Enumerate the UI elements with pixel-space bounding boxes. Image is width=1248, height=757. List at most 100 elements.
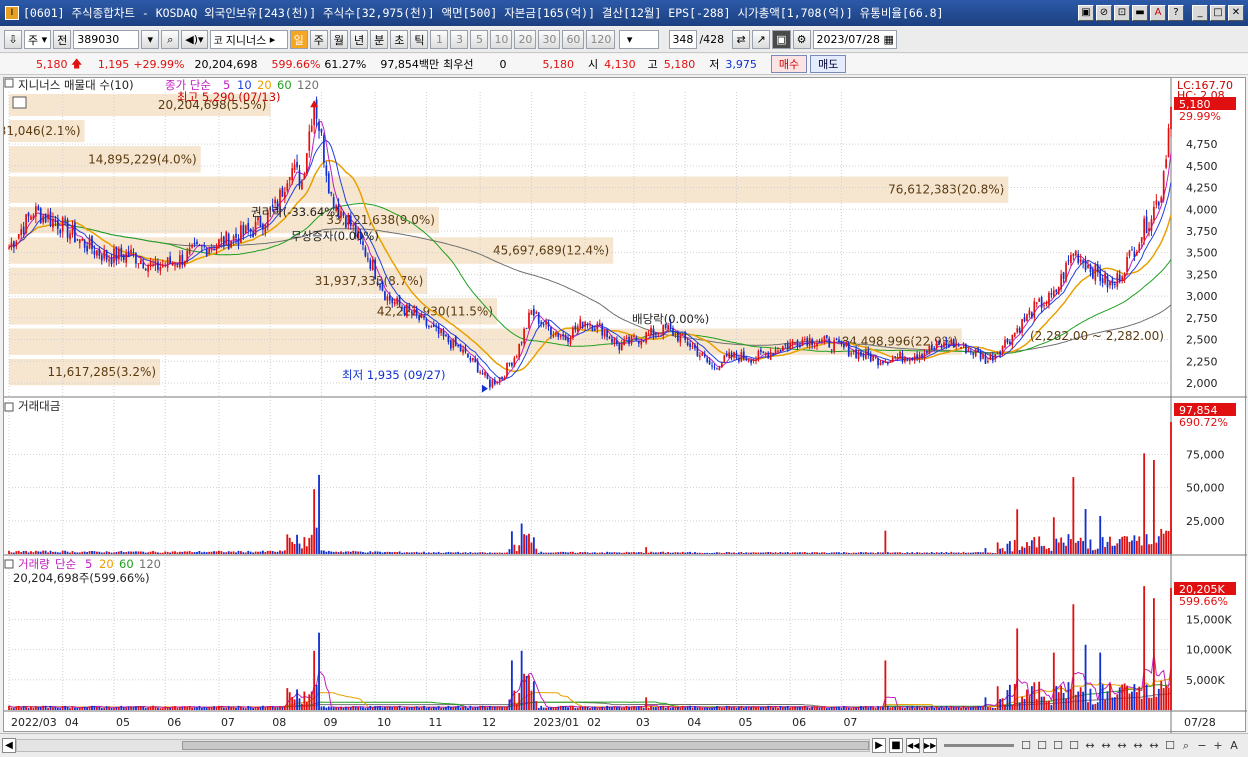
range-10[interactable]: 10	[490, 30, 513, 49]
volume-bar	[496, 706, 499, 710]
period-second[interactable]: 초	[390, 30, 409, 49]
range-60[interactable]: 60	[562, 30, 585, 49]
amount-bar	[838, 552, 840, 554]
tool-icon-4[interactable]: ☐	[1066, 738, 1082, 753]
range-1[interactable]: 1	[430, 30, 449, 49]
prev-button[interactable]: 전	[53, 30, 72, 49]
window-print-button[interactable]: ⊡	[1114, 5, 1130, 21]
range-20[interactable]: 20	[514, 30, 537, 49]
tool-icon-6[interactable]: ↔	[1098, 738, 1114, 753]
period-year[interactable]: 년	[349, 30, 369, 49]
zoom-icon[interactable]: ⌕	[1178, 738, 1194, 753]
tool-icon-5[interactable]: ↔	[1082, 738, 1098, 753]
date-input[interactable]: 2023/07/28 ▦	[812, 30, 897, 49]
code-dropdown-icon[interactable]: ▾	[141, 30, 160, 49]
range-30[interactable]: 30	[538, 30, 561, 49]
window-link-button[interactable]: ▣	[1078, 5, 1094, 21]
range-5[interactable]: 5	[470, 30, 489, 49]
candle-body	[1118, 274, 1121, 282]
volume-bar	[227, 706, 230, 710]
stock-name-field[interactable]: 코 지니너스 ▸	[209, 30, 288, 49]
panel-collapse-icon[interactable]	[4, 78, 14, 88]
code-input[interactable]: 389030	[73, 30, 140, 49]
scroll-track[interactable]	[16, 739, 870, 752]
rewind-button[interactable]: ◀◀	[906, 738, 920, 753]
tool-icon-3[interactable]: ☐	[1050, 738, 1066, 753]
tool-icon-2[interactable]: ☐	[1034, 738, 1050, 753]
volume-bar	[735, 707, 738, 710]
price-tick-label: 4,500	[1186, 160, 1218, 173]
gear-icon[interactable]: ⚙	[792, 30, 811, 49]
tool-icon-10[interactable]: ☐	[1162, 738, 1178, 753]
volume-bar	[757, 706, 760, 710]
play-button[interactable]: ▶	[872, 738, 886, 753]
maximize-button[interactable]: □	[1210, 5, 1226, 21]
window-bar-button[interactable]: ▬	[1132, 5, 1148, 21]
volume-bar	[918, 706, 921, 710]
speaker-icon[interactable]: ◀)▾	[181, 30, 208, 49]
market-select[interactable]: 주 ▾	[24, 30, 52, 49]
forward-button[interactable]: ▶▶	[923, 738, 937, 753]
search-icon[interactable]: ⌕	[161, 30, 180, 49]
volume-bar	[886, 705, 889, 710]
volume-bar	[508, 699, 511, 710]
candle-body	[142, 262, 145, 269]
close-button[interactable]: ✕	[1228, 5, 1244, 21]
font-icon[interactable]: A	[1226, 738, 1242, 753]
candle-body	[149, 261, 152, 267]
minimize-button[interactable]: _	[1192, 5, 1208, 21]
amount-bar	[869, 552, 872, 554]
chart-area[interactable]: 11,617,285(3.2%) 84,498,996(22.9%) 42,222,…	[0, 77, 1247, 733]
volume-bar	[950, 705, 953, 710]
window-font-button[interactable]: A	[1150, 5, 1166, 21]
candle-body	[940, 345, 943, 348]
tool-icon-9[interactable]: ↔	[1146, 738, 1162, 753]
zoom-in-icon[interactable]: +	[1210, 738, 1226, 753]
range-120[interactable]: 120	[586, 30, 616, 49]
tool-icon-1[interactable]: ☐	[1018, 738, 1034, 753]
period-minute[interactable]: 분	[370, 30, 389, 49]
volume-bar	[767, 705, 770, 710]
amount-bar	[1138, 536, 1141, 554]
scroll-left-button[interactable]: ◀	[2, 738, 16, 753]
table-icon[interactable]	[12, 96, 27, 109]
zoom-out-icon[interactable]: −	[1194, 738, 1210, 753]
buy-button[interactable]: 매수	[770, 55, 808, 73]
pin-icon[interactable]: ⇩	[4, 30, 22, 49]
amount-bar	[1148, 544, 1150, 554]
arrow-tool-icon[interactable]: ⇄	[732, 30, 751, 49]
tool-icon-7[interactable]: ↔	[1114, 738, 1130, 753]
volume-bar	[1150, 697, 1153, 710]
candle-body	[410, 311, 413, 314]
candle-body	[659, 335, 662, 337]
tool-icon-8[interactable]: ↔	[1130, 738, 1146, 753]
amount-bar	[791, 552, 794, 554]
volume-bar	[554, 707, 557, 710]
period-week[interactable]: 주	[309, 30, 328, 49]
period-day[interactable]: 일	[289, 30, 308, 49]
period-month[interactable]: 월	[329, 30, 348, 49]
amount-bar	[10, 552, 13, 554]
window-lock-button[interactable]: ⊘	[1096, 5, 1112, 21]
price-tick-label: 2,500	[1186, 334, 1218, 347]
speed-slider[interactable]	[944, 744, 1014, 747]
amount-panel-collapse-icon[interactable]	[4, 402, 14, 412]
range-custom-input[interactable]: ▾	[619, 30, 660, 49]
scroll-thumb[interactable]	[182, 741, 869, 750]
volume-bar	[1160, 681, 1163, 710]
candle-body	[681, 333, 684, 335]
amount-bar	[200, 552, 203, 554]
count-input[interactable]: 348	[669, 30, 698, 49]
range-3[interactable]: 3	[450, 30, 469, 49]
window-help-button[interactable]: ?	[1168, 5, 1184, 21]
candle-body	[699, 355, 701, 357]
volume-panel-collapse-icon[interactable]	[4, 559, 14, 569]
candle-body	[66, 219, 69, 238]
sell-button[interactable]: 매도	[810, 55, 847, 73]
line-tool-icon[interactable]: ↗	[752, 30, 771, 49]
candle-body	[982, 354, 984, 359]
chart-svg[interactable]: 11,617,285(3.2%)84,498,996(22.9%)42,222,…	[0, 78, 1247, 733]
stop-button[interactable]: ■	[889, 738, 903, 753]
period-tick[interactable]: 틱	[410, 30, 429, 49]
save-icon[interactable]: ▣	[772, 30, 791, 49]
